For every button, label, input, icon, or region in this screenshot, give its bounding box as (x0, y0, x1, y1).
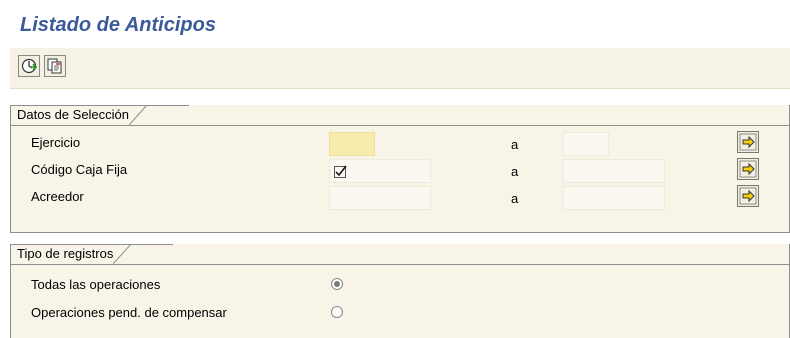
acreedor-label: Acreedor (31, 189, 84, 204)
arrow-right-icon (739, 187, 757, 205)
codigo-caja-fija-multiple-selection-button[interactable] (737, 158, 759, 180)
arrow-right-icon (739, 160, 757, 178)
option-todas-label: Todas las operaciones (31, 277, 161, 292)
page-title: Listado de Anticipos (20, 14, 216, 36)
record-type-group: Tipo de registros Todas las operaciones … (10, 244, 790, 338)
acreedor-to-input[interactable] (563, 186, 665, 210)
ejercicio-to-label: a (511, 137, 519, 152)
get-variant-icon (47, 58, 62, 74)
codigo-caja-fija-to-label: a (511, 164, 519, 179)
record-type-group-title: Tipo de registros (17, 246, 114, 261)
execute-button[interactable] (18, 55, 40, 77)
selection-group: Datos de Selección Ejercicio a Código Ca… (10, 105, 790, 233)
record-type-group-tab: Tipo de registros (11, 244, 134, 264)
checkbox-icon (334, 165, 347, 178)
option-pendientes-radio[interactable] (331, 306, 343, 318)
option-todas-radio[interactable] (331, 278, 343, 290)
option-pendientes-label: Operaciones pend. de compensar (31, 305, 227, 320)
ejercicio-to-input[interactable] (563, 132, 609, 156)
ejercicio-label: Ejercicio (31, 135, 81, 150)
acreedor-multiple-selection-button[interactable] (737, 185, 759, 207)
execute-icon (21, 58, 37, 74)
ejercicio-from-input[interactable] (329, 132, 375, 156)
application-toolbar (10, 48, 790, 89)
ejercicio-multiple-selection-button[interactable] (737, 131, 759, 153)
get-variant-button[interactable] (44, 55, 66, 77)
selection-group-title: Datos de Selección (17, 107, 130, 122)
acreedor-from-input[interactable] (329, 186, 431, 210)
codigo-caja-fija-label: Código Caja Fija (31, 162, 128, 177)
selection-group-tab: Datos de Selección (11, 105, 150, 125)
acreedor-to-label: a (511, 191, 519, 206)
codigo-caja-fija-from-input[interactable] (329, 159, 431, 183)
arrow-right-icon (739, 133, 757, 151)
codigo-caja-fija-to-input[interactable] (563, 159, 665, 183)
